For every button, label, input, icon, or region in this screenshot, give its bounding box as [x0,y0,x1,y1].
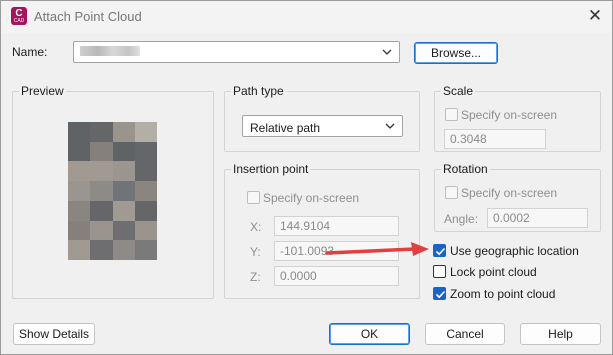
annotation-arrow-icon [325,242,429,256]
preview-mosaic-cell [112,181,136,202]
checkmark-icon [435,290,446,299]
preview-mosaic-cell [112,240,136,260]
path-type-value: Relative path [250,121,321,135]
cancel-button[interactable]: Cancel [425,323,505,345]
title-bar: C CAD Attach Point Cloud ✕ [1,1,612,33]
chevron-down-icon [385,123,395,129]
scale-specify-checkbox[interactable] [445,108,458,121]
attach-point-cloud-dialog: C CAD Attach Point Cloud ✕ Name: Browse.… [0,0,613,355]
close-icon[interactable]: ✕ [586,7,604,25]
preview-mosaic-cell [112,161,136,182]
scale-field[interactable]: 0.3048 [444,129,546,149]
preview-mosaic-cell [134,122,157,142]
y-label: Y: [250,245,261,259]
name-value-redacted [80,46,140,56]
rotation-specify-label: Specify on-screen [461,186,558,200]
preview-mosaic-cell [68,161,91,182]
insertion-point-label: Insertion point [231,162,311,176]
geo-location-label: Use geographic location [450,244,579,258]
x-field[interactable]: 144.9104 [274,216,399,236]
preview-mosaic-cell [68,200,91,221]
lock-point-cloud-label: Lock point cloud [450,265,537,279]
path-type-label: Path type [231,84,286,98]
preview-mosaic-cell [68,240,91,260]
preview-mosaic-cell [112,122,136,142]
preview-mosaic-cell [90,122,114,142]
angle-label: Angle: [444,212,479,226]
rotation-label: Rotation [441,162,490,176]
preview-mosaic-cell [134,220,157,241]
rotation-specify-checkbox[interactable] [445,186,458,199]
lock-point-cloud-checkbox[interactable] [433,265,446,278]
preview-mosaic-cell [112,200,136,221]
angle-field[interactable]: 0.0002 [487,208,588,228]
preview-mosaic-cell [68,141,91,162]
browse-button[interactable]: Browse... [414,42,498,64]
preview-mosaic-cell [68,220,91,241]
ok-button[interactable]: OK [329,323,410,345]
preview-mosaic-cell [68,122,91,142]
preview-mosaic-cell [112,220,136,241]
app-icon-sub: CAD [13,18,25,24]
help-button[interactable]: Help [520,323,601,345]
window-title: Attach Point Cloud [34,9,142,24]
preview-label: Preview [19,84,66,98]
chevron-down-icon [382,49,392,55]
preview-mosaic-cell [134,200,157,221]
preview-mosaic-cell [90,240,114,260]
path-type-dropdown[interactable]: Relative path [242,115,403,137]
checkmark-icon [435,247,446,256]
insertion-specify-label: Specify on-screen [263,191,360,205]
preview-mosaic-cell [112,141,136,162]
point-cloud-preview-image [68,122,157,260]
preview-mosaic-cell [90,161,114,182]
name-label: Name: [12,45,48,59]
preview-mosaic-cell [134,161,157,182]
preview-mosaic-cell [134,240,157,260]
preview-mosaic-cell [68,181,91,202]
preview-mosaic-cell [90,200,114,221]
zoom-to-point-cloud-label: Zoom to point cloud [450,287,556,301]
z-label: Z: [250,270,261,284]
preview-mosaic-cell [90,220,114,241]
x-label: X: [250,220,262,234]
insertion-specify-checkbox[interactable] [247,191,260,204]
scale-specify-label: Specify on-screen [461,108,558,122]
zoom-to-point-cloud-checkbox[interactable] [433,287,446,300]
preview-mosaic-cell [90,181,114,202]
autocad-logo-icon: C CAD [11,7,27,25]
scale-label: Scale [441,84,476,98]
z-field[interactable]: 0.0000 [274,266,399,286]
show-details-button[interactable]: Show Details [13,323,95,345]
name-dropdown[interactable] [73,41,400,63]
preview-mosaic-cell [90,141,114,162]
geo-location-checkbox[interactable] [433,244,446,257]
preview-mosaic-cell [134,181,157,202]
preview-mosaic-cell [134,141,157,162]
